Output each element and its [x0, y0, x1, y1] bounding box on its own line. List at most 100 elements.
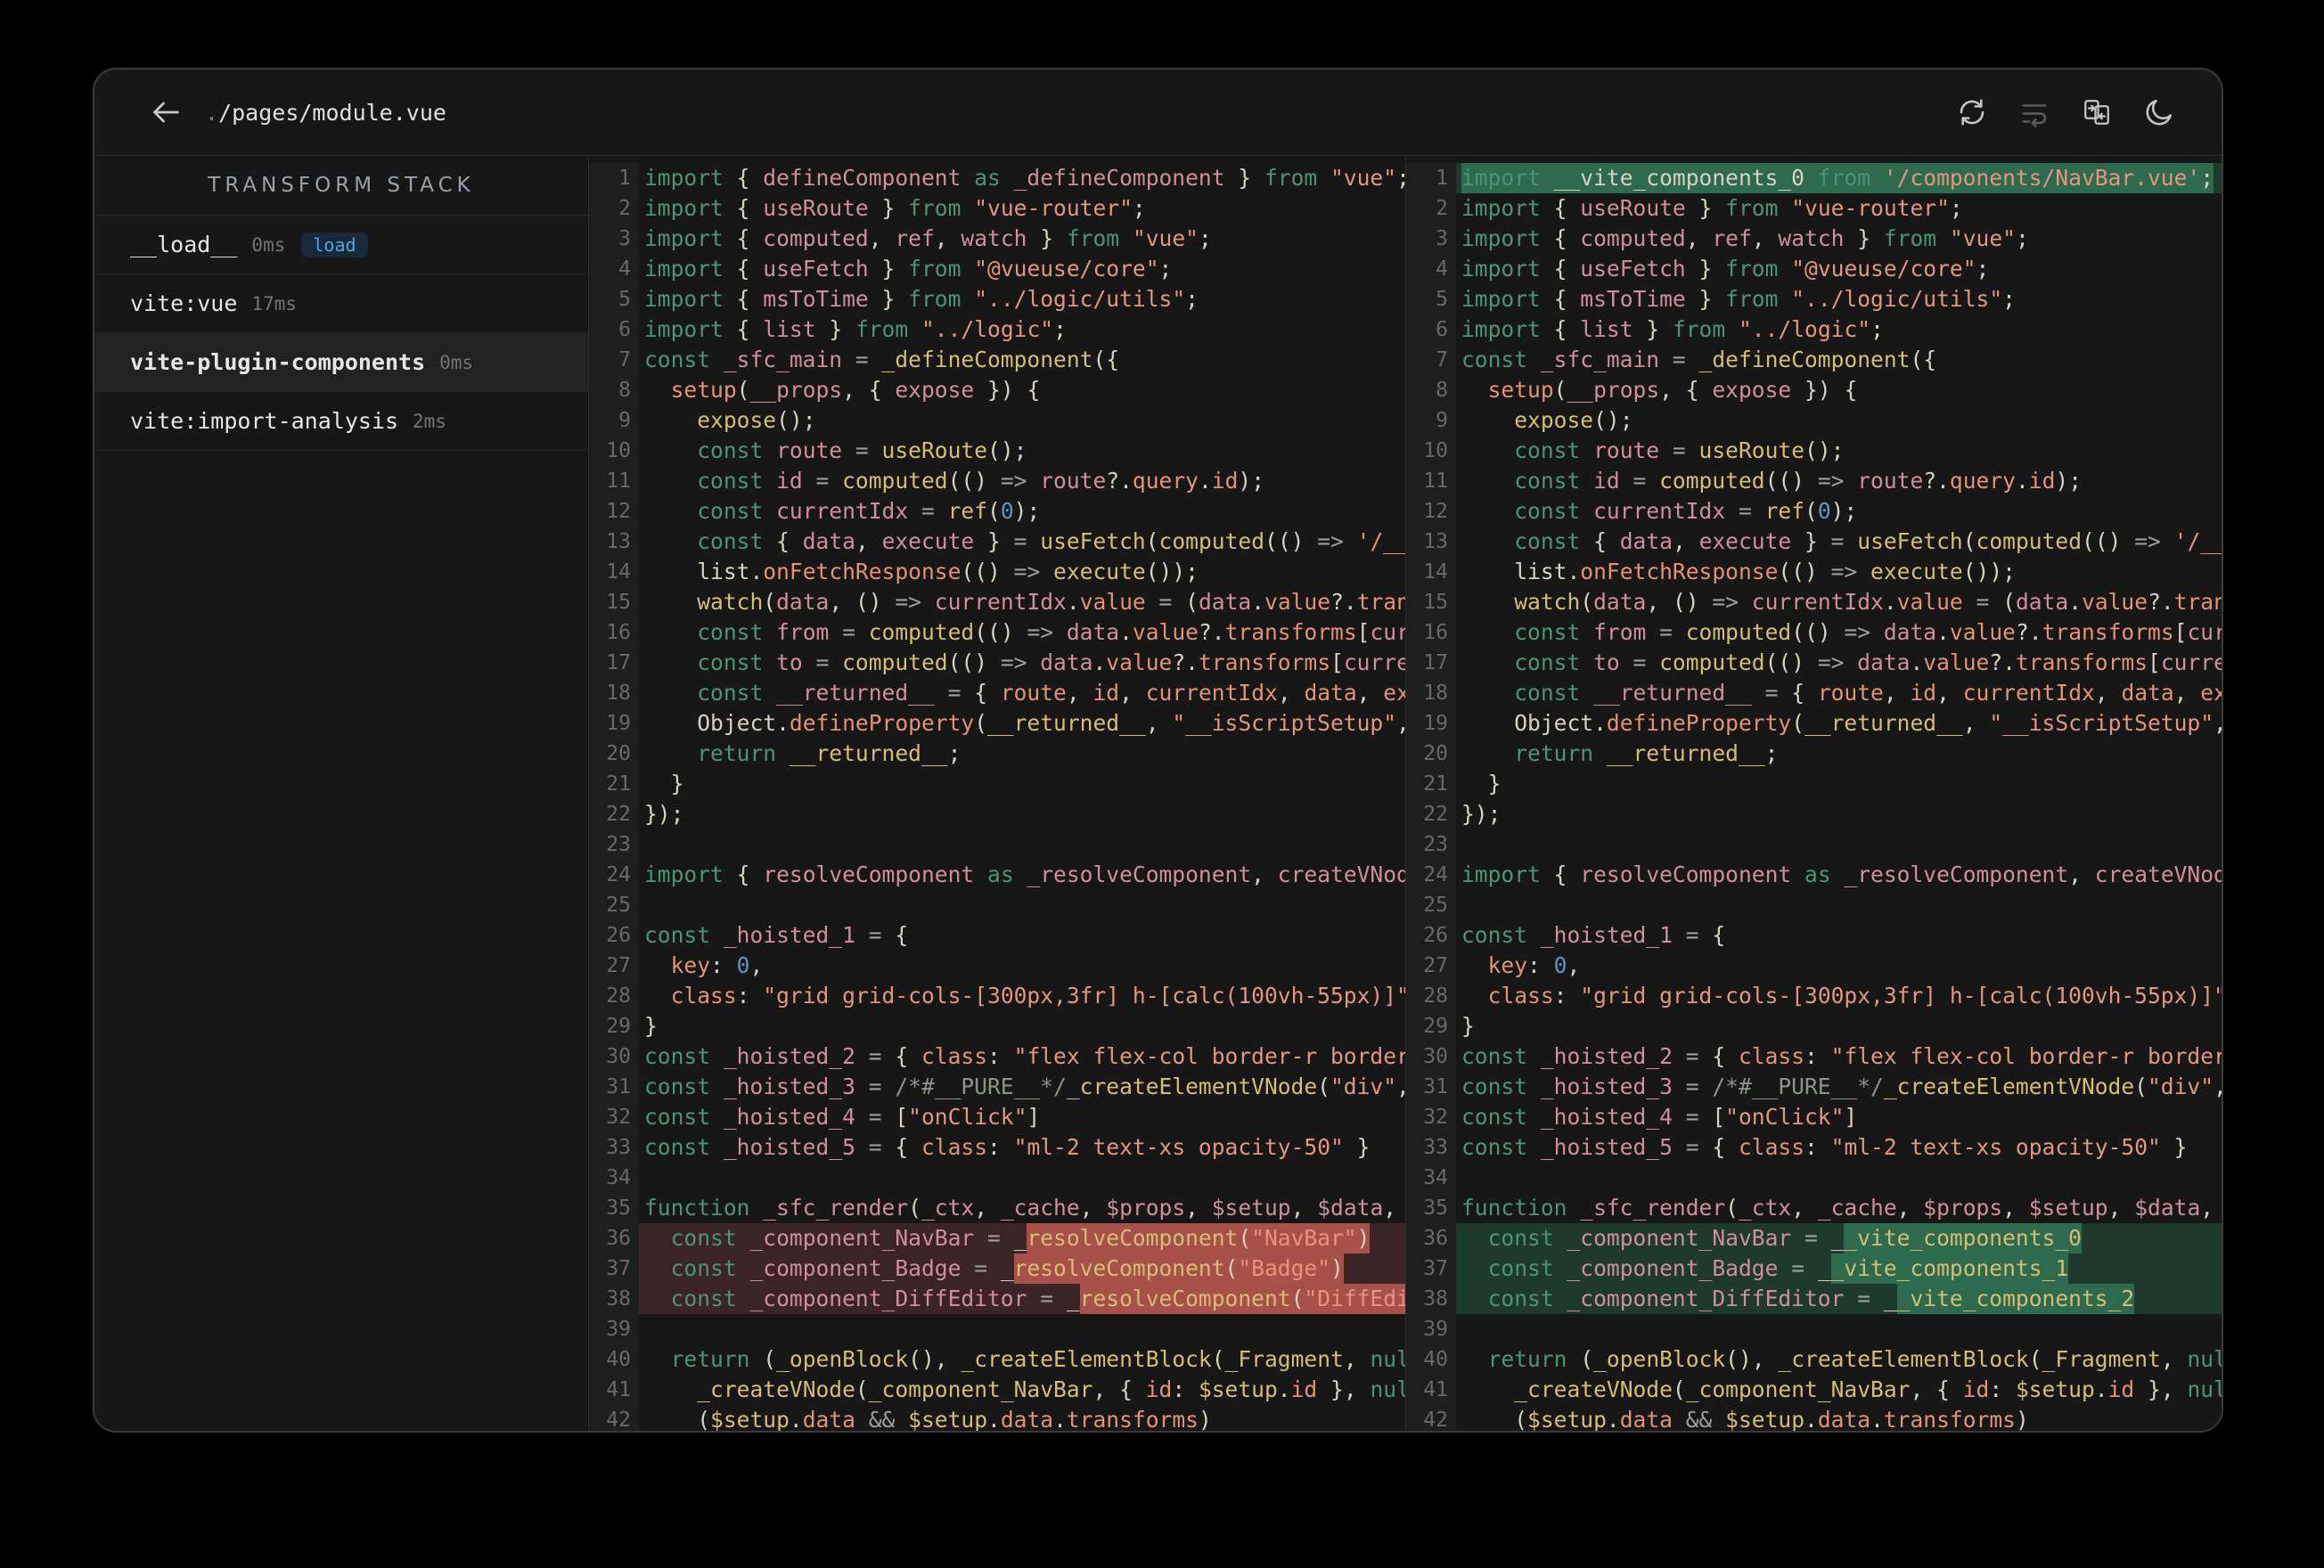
- sidebar-item-vite-plugin-components[interactable]: vite-plugin-components 0ms: [94, 333, 588, 392]
- title-path: /pages/module.vue: [218, 99, 446, 126]
- diff-panel-after[interactable]: 1 import __vite_components_0 from '/compo…: [1406, 156, 2222, 1431]
- line-number: 7: [589, 345, 639, 375]
- code-line: 4 import { useFetch } from "@vueuse/core"…: [589, 254, 1405, 284]
- code-line: 33 const _hoisted_5 = { class: "ml-2 text…: [1406, 1132, 2222, 1163]
- diff-panel-before[interactable]: 1 import { defineComponent as _defineComp…: [589, 156, 1406, 1431]
- line-number: 35: [1406, 1193, 1456, 1223]
- diff-panels-icon: [2084, 100, 2109, 125]
- line-number: 10: [589, 436, 639, 466]
- line-number: 1: [589, 163, 639, 193]
- moon-icon: [2146, 99, 2173, 126]
- code-line: 35 function _sfc_render(_ctx, _cache, $pr…: [589, 1193, 1405, 1223]
- code-line: 21 }: [1406, 769, 2222, 799]
- diff-view-button[interactable]: [2081, 96, 2113, 128]
- code-line: 42 ($setup.data && $setup.data.transform…: [1406, 1405, 2222, 1431]
- line-number: 4: [589, 254, 639, 284]
- line-number: 15: [1406, 587, 1456, 617]
- code-line: 30 const _hoisted_2 = { class: "flex flex…: [589, 1041, 1405, 1072]
- line-code: ($setup.data && $setup.data.transforms): [1461, 1407, 2029, 1431]
- line-number: 11: [589, 466, 639, 496]
- line-code: const route = useRoute();: [697, 437, 1027, 463]
- line-number: 41: [1406, 1375, 1456, 1405]
- code-line: 3 import { computed, ref, watch } from "v…: [1406, 224, 2222, 254]
- line-number: 4: [1406, 254, 1456, 284]
- line-code: import { list } from "../logic";: [644, 316, 1067, 342]
- line-number: 42: [1406, 1405, 1456, 1431]
- sidebar-item-vite-import-analysis[interactable]: vite:import-analysis 2ms: [94, 392, 588, 451]
- line-number: 34: [1406, 1163, 1456, 1193]
- code-line: 13 const { data, execute } = useFetch(co…: [1406, 527, 2222, 557]
- line-code: import { defineComponent as _defineCompo…: [644, 165, 1405, 191]
- line-code: const _hoisted_4 = ["onClick"]: [1461, 1104, 1858, 1130]
- code-line: 3 import { computed, ref, watch } from "v…: [589, 224, 1405, 254]
- transform-stack-title: TRANSFORM STACK: [94, 156, 588, 216]
- line-code: });: [644, 801, 684, 827]
- transform-stack-sidebar: TRANSFORM STACK __load__ 0ms load vite:vue 1…: [94, 156, 589, 1431]
- sidebar-item-load[interactable]: __load__ 0ms load: [94, 216, 588, 274]
- code-line: 22});: [1406, 799, 2222, 829]
- code-line: 13 const { data, execute } = useFetch(co…: [589, 527, 1405, 557]
- code-line: 36 const _component_NavBar = __vite_comp…: [1406, 1223, 2222, 1254]
- line-code: class: "grid grid-cols-[300px,3fr] h-[ca…: [670, 983, 1405, 1009]
- code-line: 28 class: "grid grid-cols-[300px,3fr] h-…: [589, 981, 1405, 1011]
- line-number: 20: [589, 739, 639, 769]
- line-code: key: 0,: [1487, 952, 1581, 978]
- code-line: 10 const route = useRoute();: [1406, 436, 2222, 466]
- code-line: 18 const __returned__ = { route, id, cur…: [1406, 678, 2222, 708]
- code-line: 7 const _sfc_main = _defineComponent({: [589, 345, 1405, 375]
- page-title: ./pages/module.vue: [205, 100, 446, 126]
- dark-mode-toggle[interactable]: [2143, 96, 2175, 128]
- line-number: 2: [1406, 193, 1456, 224]
- plugin-time: 17ms: [251, 292, 297, 314]
- refresh-button[interactable]: [1956, 96, 1988, 128]
- line-code: const _component_Badge = __vite_componen…: [1456, 1254, 2222, 1284]
- code-line: 1 import { defineComponent as _defineComp…: [589, 163, 1405, 193]
- line-number: 11: [1406, 466, 1456, 496]
- line-code: const _component_NavBar = _resolveCompon…: [639, 1223, 1405, 1254]
- line-number: 29: [589, 1011, 639, 1041]
- line-code: key: 0,: [670, 952, 764, 978]
- code-line: 32 const _hoisted_4 = ["onClick"]: [589, 1102, 1405, 1132]
- code-line: 5 import { msToTime } from "../logic/util…: [1406, 284, 2222, 314]
- code-line: 10 const route = useRoute();: [589, 436, 1405, 466]
- code-line: 40 return (_openBlock(), _createElementB…: [589, 1344, 1405, 1375]
- code-line: 25: [1406, 890, 2222, 920]
- code-line: 39: [589, 1314, 1405, 1344]
- line-number: 13: [589, 527, 639, 557]
- line-number: 40: [1406, 1344, 1456, 1375]
- code-line: 42 ($setup.data && $setup.data.transform…: [589, 1405, 1405, 1431]
- line-number: 34: [589, 1163, 639, 1193]
- line-number: 20: [1406, 739, 1456, 769]
- line-code: _createVNode(_component_NavBar, { id: $s…: [697, 1376, 1405, 1402]
- sidebar-item-vite-vue[interactable]: vite:vue 17ms: [94, 274, 588, 333]
- line-wrap-icon: [2022, 104, 2047, 128]
- line-code: const to = computed(() => data.value?.tr…: [1514, 649, 2222, 675]
- line-code: const _hoisted_5 = { class: "ml-2 text-x…: [1461, 1134, 2188, 1160]
- code-line: 8 setup(__props, { expose }) {: [1406, 375, 2222, 405]
- line-code: return __returned__;: [1514, 740, 1779, 766]
- code-line: 38 const _component_DiffEditor = _resolv…: [589, 1284, 1405, 1314]
- code-line: 11 const id = computed(() => route?.quer…: [589, 466, 1405, 496]
- line-code: import { computed, ref, watch } from "vu…: [644, 225, 1212, 251]
- code-line: 32 const _hoisted_4 = ["onClick"]: [1406, 1102, 2222, 1132]
- line-number: 10: [1406, 436, 1456, 466]
- code-line: 31 const _hoisted_3 = /*#__PURE__*/_creat…: [589, 1072, 1405, 1102]
- code-line: 26 const _hoisted_1 = {: [1406, 920, 2222, 951]
- back-button[interactable]: [148, 94, 184, 130]
- line-number: 18: [589, 678, 639, 708]
- line-number: 3: [1406, 224, 1456, 254]
- line-code: import { computed, ref, watch } from "vu…: [1461, 225, 2029, 251]
- code-line: 29}: [1406, 1011, 2222, 1041]
- line-number: 32: [1406, 1102, 1456, 1132]
- line-code: const _hoisted_1 = {: [1461, 922, 1726, 948]
- line-wrap-button[interactable]: [2018, 96, 2050, 128]
- line-code: import { resolveComponent as _resolveCom…: [644, 862, 1405, 887]
- code-line: 22});: [589, 799, 1405, 829]
- line-number: 19: [589, 708, 639, 739]
- code-line: 41 _createVNode(_component_NavBar, { id:…: [1406, 1375, 2222, 1405]
- code-line: 35 function _sfc_render(_ctx, _cache, $pr…: [1406, 1193, 2222, 1223]
